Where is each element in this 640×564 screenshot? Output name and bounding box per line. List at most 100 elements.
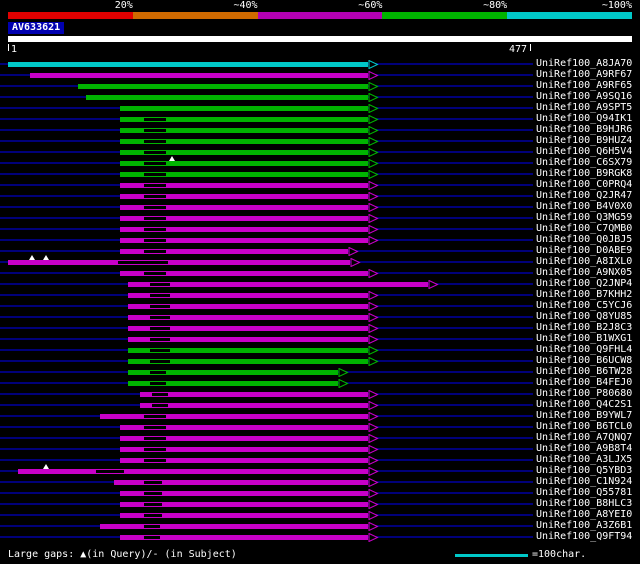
- subject-gap-box: [144, 150, 166, 155]
- blast-graphic-overview: 20%~40%~60%~80%~100% AV633621 1 477 UniR…: [0, 0, 640, 564]
- subject-gap-box: [144, 227, 166, 232]
- query-gap-triangle-icon: [169, 156, 175, 161]
- subject-gap-box: [118, 260, 168, 265]
- alignment-row: UniRef100_B6TCL0: [0, 421, 640, 432]
- subject-gap-box: [144, 458, 166, 463]
- hit-accession-label: UniRef100_Q3MG59: [536, 212, 632, 223]
- alignment-row: UniRef100_Q8YU85: [0, 311, 640, 322]
- alignment-row: UniRef100_A9SQ16: [0, 91, 640, 102]
- alignment-arrowhead-icon: [368, 236, 379, 245]
- hit-accession-label: UniRef100_D0ABE9: [536, 245, 632, 256]
- alignment-row: UniRef100_C0PRQ4: [0, 179, 640, 190]
- alignment-arrowhead-icon: [368, 269, 379, 278]
- query-bar: [8, 36, 632, 42]
- identity-scale-segment: [8, 12, 133, 19]
- alignment-row: UniRef100_Q55781: [0, 487, 640, 498]
- alignment-arrowhead-icon: [368, 170, 379, 179]
- subject-gap-box: [150, 337, 170, 342]
- alignment-bar: [30, 73, 368, 78]
- subject-gap-box: [144, 238, 166, 243]
- identity-scale-labels: 20%~40%~60%~80%~100%: [8, 1, 632, 11]
- alignment-arrowhead-icon: [368, 115, 379, 124]
- alignment-row: UniRef100_A9SPT5: [0, 102, 640, 113]
- subject-gap-box: [144, 447, 166, 452]
- alignment-row: UniRef100_B8HLC3: [0, 498, 640, 509]
- hit-accession-label: UniRef100_B6UCW8: [536, 355, 632, 366]
- subject-gap-box: [144, 216, 166, 221]
- alignment-arrowhead-icon: [368, 346, 379, 355]
- alignment-arrowhead-icon: [368, 192, 379, 201]
- subject-gap-box: [150, 348, 170, 353]
- hit-accession-label: UniRef100_B4V0X0: [536, 201, 632, 212]
- alignment-arrowhead-icon: [368, 412, 379, 421]
- hit-accession-label: UniRef100_A8YEI0: [536, 509, 632, 520]
- large-gaps-legend: Large gaps: ▲(in Query)/- (in Subject): [8, 549, 237, 561]
- alignment-row: UniRef100_B9HJR6: [0, 124, 640, 135]
- subject-gap-box: [144, 128, 166, 133]
- alignment-arrowhead-icon: [348, 247, 359, 256]
- alignment-bar: [18, 469, 368, 474]
- hit-accession-label: UniRef100_A9B8T4: [536, 443, 632, 454]
- alignment-arrowhead-icon: [428, 280, 439, 289]
- alignment-bar: [86, 95, 368, 100]
- alignment-bar: [128, 282, 428, 287]
- alignment-arrowhead-icon: [368, 478, 379, 487]
- subject-gap-box: [144, 535, 160, 540]
- subject-gap-box: [150, 370, 166, 375]
- alignment-row: UniRef100_A9B8T4: [0, 443, 640, 454]
- alignment-row: UniRef100_C1N924: [0, 476, 640, 487]
- alignment-row: UniRef100_C7QMB0: [0, 223, 640, 234]
- subject-gap-box: [150, 304, 170, 309]
- hit-accession-label: UniRef100_A9NX05: [536, 267, 632, 278]
- hit-accession-label: UniRef100_C6SX79: [536, 157, 632, 168]
- ruler-tick-end: [530, 44, 531, 51]
- alignment-row: UniRef100_A3Z6B1: [0, 520, 640, 531]
- alignment-row: UniRef100_A8YEI0: [0, 509, 640, 520]
- subject-gap-box: [144, 205, 166, 210]
- hit-accession-label: UniRef100_Q4C2S1: [536, 399, 632, 410]
- hit-accession-label: UniRef100_A3Z6B1: [536, 520, 632, 531]
- alignment-row: UniRef100_C5YCJ6: [0, 300, 640, 311]
- alignment-arrowhead-icon: [368, 357, 379, 366]
- alignment-row: UniRef100_C6SX79: [0, 157, 640, 168]
- footer-legend: Large gaps: ▲(in Query)/- (in Subject) =…: [0, 547, 640, 562]
- alignment-row: UniRef100_A9RF65: [0, 80, 640, 91]
- alignment-arrowhead-icon: [368, 324, 379, 333]
- ruler-end-label: 477: [509, 45, 527, 55]
- subject-gap-box: [144, 249, 166, 254]
- alignment-row: UniRef100_A8JA70: [0, 58, 640, 69]
- alignment-row: UniRef100_Q2JNP4: [0, 278, 640, 289]
- subject-gap-box: [150, 326, 170, 331]
- scale-100char-line-icon: [455, 554, 528, 557]
- alignment-arrowhead-icon: [368, 126, 379, 135]
- alignment-arrowhead-icon: [368, 214, 379, 223]
- alignment-arrowhead-icon: [368, 445, 379, 454]
- alignment-arrowhead-icon: [368, 467, 379, 476]
- alignment-arrowhead-icon: [368, 291, 379, 300]
- alignment-arrowhead-icon: [368, 401, 379, 410]
- hit-accession-label: UniRef100_B4FEJ0: [536, 377, 632, 388]
- alignment-row: UniRef100_A8IXL0: [0, 256, 640, 267]
- subject-gap-box: [96, 469, 124, 474]
- ruler: 1 477: [0, 44, 640, 57]
- alignment-row: UniRef100_Q4C2S1: [0, 399, 640, 410]
- alignment-row: UniRef100_Q5YBD3: [0, 465, 640, 476]
- hit-accession-label: UniRef100_B8HLC3: [536, 498, 632, 509]
- alignment-row: UniRef100_B9HUZ4: [0, 135, 640, 146]
- alignment-arrowhead-icon: [368, 181, 379, 190]
- hit-accession-label: UniRef100_B2J8C3: [536, 322, 632, 333]
- alignment-bar: [100, 524, 368, 529]
- subject-gap-box: [144, 271, 166, 276]
- ruler-start-label: 1: [11, 45, 17, 55]
- alignment-row: UniRef100_A3LJX5: [0, 454, 640, 465]
- subject-gap-box: [144, 480, 162, 485]
- hit-accession-label: UniRef100_B9HUZ4: [536, 135, 632, 146]
- hit-accession-label: UniRef100_B9RGK8: [536, 168, 632, 179]
- hit-accession-label: UniRef100_A8IXL0: [536, 256, 632, 267]
- alignment-bar: [78, 84, 368, 89]
- hit-accession-label: UniRef100_Q8YU85: [536, 311, 632, 322]
- alignment-row: UniRef100_B6UCW8: [0, 355, 640, 366]
- alignment-row: UniRef100_B2J8C3: [0, 322, 640, 333]
- hit-accession-label: UniRef100_P80680: [536, 388, 632, 399]
- alignment-bar: [140, 403, 368, 408]
